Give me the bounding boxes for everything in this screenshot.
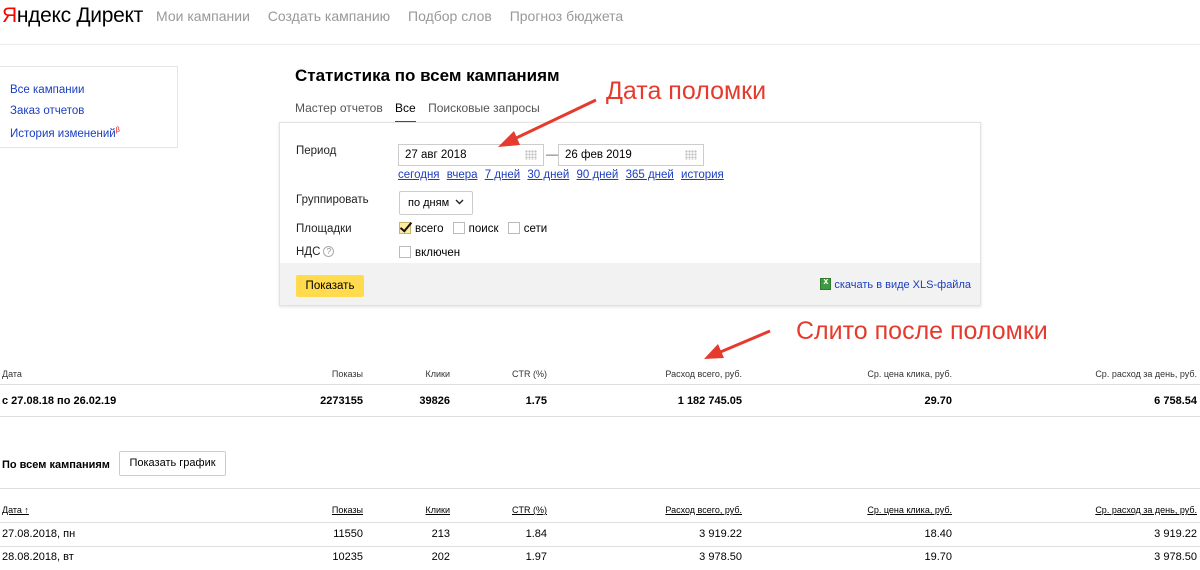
sort-by-impressions-link[interactable]: Показы (332, 505, 363, 515)
period-link-90-days[interactable]: 90 дней (576, 169, 618, 181)
sidebar: Все кампании Заказ отчетов История измен… (0, 66, 178, 148)
period-label: Период (296, 145, 337, 157)
sort-by-avg-daily-spend-link[interactable]: Ср. расход за день, руб. (1095, 505, 1197, 515)
row-date: 27.08.2018, пн (2, 528, 76, 540)
filter-panel: Период 27 авг 2018 — 26 фев 2019 сегодня… (279, 122, 981, 306)
row-spend: 3 919.22 (699, 528, 742, 540)
row-avg-cpc: 19.70 (924, 551, 952, 563)
calendar-icon[interactable] (685, 150, 697, 160)
sort-by-spend-link[interactable]: Расход всего, руб. (665, 505, 742, 515)
platform-all-option[interactable]: всего (399, 222, 443, 235)
vat-option[interactable]: включен (399, 246, 460, 259)
sidebar-item-label: История изменений (10, 127, 116, 140)
checkbox-checked[interactable] (399, 222, 411, 234)
nav-keyword-selection[interactable]: Подбор слов (408, 8, 492, 24)
platforms-label: Площадки (296, 223, 352, 235)
date-to-value: 26 фев 2019 (565, 149, 632, 161)
nav-budget-forecast[interactable]: Прогноз бюджета (510, 8, 624, 24)
row-avg-daily-spend: 3 978.50 (1154, 551, 1197, 563)
col-avg-daily-spend: Ср. расход за день, руб. (1095, 369, 1197, 379)
group-by-select[interactable]: по дням (399, 191, 474, 215)
date-range-dash: — (546, 147, 558, 161)
tab-report-wizard[interactable]: Мастер отчетов (295, 101, 383, 115)
annotation-spent-after: Слито после поломки (796, 317, 1048, 345)
row-ctr: 1.84 (525, 528, 547, 540)
summary-impressions: 2273155 (320, 395, 363, 407)
arrow-to-spend-icon (704, 329, 771, 359)
calendar-icon[interactable] (525, 150, 537, 160)
col-avg-cpc: Ср. цена клика, руб. (867, 369, 952, 379)
nav-create-campaign[interactable]: Создать кампанию (268, 8, 390, 24)
annotation-breakdown-date: Дата поломки (606, 77, 767, 105)
platforms-checkboxes: всего поиск сети (399, 222, 553, 235)
excel-icon (820, 276, 832, 290)
sidebar-item-change-history[interactable]: История измененийβ (10, 121, 177, 144)
summary-ctr: 1.75 (525, 395, 547, 407)
platform-search-option[interactable]: поиск (452, 222, 499, 235)
col-date: Дата (2, 369, 22, 379)
row-avg-cpc: 18.40 (924, 528, 952, 540)
top-header: Яндекс Директ Мои кампании Создать кампа… (0, 0, 1200, 45)
period-link-yesterday[interactable]: вчера (447, 169, 478, 181)
divider (0, 546, 1200, 547)
download-xls-link[interactable]: скачать в виде XLS-файла (820, 276, 971, 291)
row-clicks: 202 (431, 551, 450, 563)
date-to-input[interactable]: 26 фев 2019 (558, 144, 704, 166)
summary-spend: 1 182 745.05 (677, 395, 742, 407)
yandex-direct-logo[interactable]: Яндекс Директ (2, 4, 143, 28)
summary-period: с 27.08.18 по 26.02.19 (2, 395, 117, 407)
beta-badge: β (115, 127, 120, 134)
sort-by-ctr-link[interactable]: CTR (%) (512, 505, 547, 515)
help-icon[interactable]: ? (323, 246, 335, 257)
divider (0, 416, 1200, 417)
summary-clicks: 39826 (419, 395, 450, 407)
page-title: Статистика по всем кампаниям (295, 66, 560, 85)
summary-avg-daily-spend: 6 758.54 (1154, 395, 1197, 407)
period-link-today[interactable]: сегодня (398, 169, 440, 181)
vat-label: НДС? (296, 246, 335, 258)
sort-by-date-link[interactable]: Дата ↑ (2, 505, 29, 515)
date-from-value: 27 авг 2018 (405, 149, 467, 161)
col-spend: Расход всего, руб. (665, 369, 742, 379)
sidebar-item-order-reports[interactable]: Заказ отчетов (10, 101, 177, 122)
sort-by-clicks-link[interactable]: Клики (426, 505, 451, 515)
row-date: 28.08.2018, вт (2, 551, 74, 563)
col-ctr: CTR (%) (512, 369, 547, 379)
checkbox[interactable] (399, 246, 411, 258)
date-from-input[interactable]: 27 авг 2018 (398, 144, 544, 166)
row-clicks: 213 (431, 528, 450, 540)
all-campaigns-title: По всем кампаниям (2, 459, 110, 471)
period-link-7-days[interactable]: 7 дней (485, 169, 520, 181)
chevron-down-icon (455, 199, 464, 205)
group-by-value: по дням (408, 197, 450, 209)
tab-all[interactable]: Все (395, 101, 416, 123)
period-quick-links: сегодня вчера 7 дней 30 дней 90 дней 365… (398, 169, 728, 181)
show-chart-button[interactable]: Показать график (119, 451, 226, 476)
divider (0, 522, 1200, 523)
platform-networks-option[interactable]: сети (507, 222, 547, 235)
summary-avg-cpc: 29.70 (924, 395, 952, 407)
divider (0, 488, 1200, 489)
sort-by-avg-cpc-link[interactable]: Ср. цена клика, руб. (867, 505, 952, 515)
group-label: Группировать (296, 194, 369, 206)
row-ctr: 1.97 (525, 551, 547, 563)
period-link-history[interactable]: история (681, 169, 724, 181)
row-spend: 3 978.50 (699, 551, 742, 563)
show-button[interactable]: Показать (296, 275, 364, 297)
tab-search-queries[interactable]: Поисковые запросы (428, 101, 540, 115)
row-avg-daily-spend: 3 919.22 (1154, 528, 1197, 540)
checkbox[interactable] (452, 222, 465, 234)
report-tabs: Мастер отчетов Все Поисковые запросы (295, 101, 549, 123)
divider (0, 384, 1200, 385)
checkbox[interactable] (507, 222, 520, 234)
col-clicks: Клики (425, 369, 451, 379)
period-link-30-days[interactable]: 30 дней (527, 169, 569, 181)
period-link-365-days[interactable]: 365 дней (626, 169, 674, 181)
row-impressions: 11550 (333, 528, 363, 540)
sidebar-item-all-campaigns[interactable]: Все кампании (10, 80, 177, 101)
row-impressions: 10235 (332, 551, 363, 563)
col-impressions: Показы (331, 369, 363, 379)
main-nav: Мои кампании Создать кампанию Подбор сло… (156, 8, 637, 24)
nav-my-campaigns[interactable]: Мои кампании (156, 8, 250, 24)
